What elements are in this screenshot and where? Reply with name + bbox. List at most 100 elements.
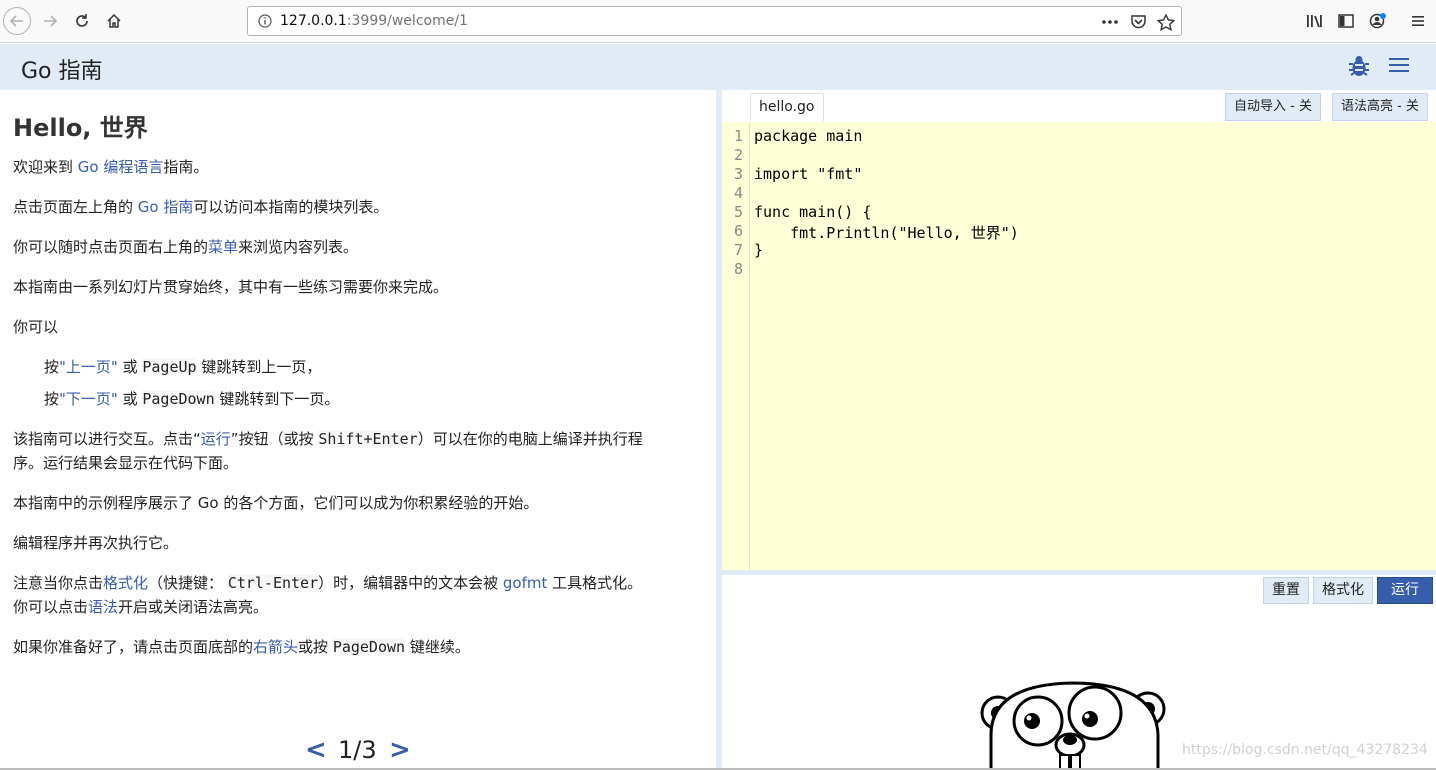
menu-icon [1412, 16, 1424, 26]
file-tab-hello-go[interactable]: hello.go [750, 93, 824, 121]
reset-button[interactable]: 重置 [1263, 577, 1309, 604]
interactive-paragraph: 该指南可以进行交互。点击“运行”按钮（或按 Shift+Enter）可以在你的电… [13, 427, 703, 475]
sidebar-icon [1338, 14, 1354, 28]
list-item-next: 按"下一页" 或 PageDown 键跳转到下一页。 [44, 387, 734, 411]
syntax-highlight-toggle[interactable]: 语法高亮 - 关 [1332, 93, 1428, 121]
reload-button[interactable] [68, 7, 96, 35]
sidebar-button[interactable] [1334, 9, 1358, 33]
format-button[interactable]: 格式化 [1313, 577, 1373, 604]
text: 或 [117, 390, 143, 408]
text: 序。运行结果会显示在代码下面。 [13, 454, 239, 472]
pagedown-key: PageDown [142, 390, 215, 408]
prev-page-button[interactable]: < [305, 735, 327, 765]
browser-toolbar: 127.0.0.1:3999/welcome/1 [0, 0, 1436, 43]
text: 键跳转到上一页， [196, 358, 322, 376]
run-link[interactable]: 运行 [201, 430, 231, 448]
pager: < 1/3 > [305, 735, 415, 765]
modules-paragraph: 点击页面左上角的 Go 指南可以访问本指南的模块列表。 [13, 195, 703, 219]
forward-button[interactable] [36, 7, 64, 35]
text: 开启或关闭语法高亮。 [118, 598, 269, 616]
table-of-contents-button[interactable] [1388, 56, 1410, 76]
gopher-mascot-icon [980, 681, 1166, 768]
page-number: 1/3 [338, 736, 377, 764]
list-menu-icon [1389, 58, 1409, 72]
pocket-button[interactable] [1128, 12, 1148, 32]
ctrl-enter-key: Ctrl-Enter [227, 574, 319, 592]
text: 或按 [298, 638, 333, 656]
line-number: 6 [733, 222, 743, 240]
line-number: 4 [733, 184, 743, 202]
gofmt-link[interactable]: gofmt [503, 574, 547, 592]
go-language-link[interactable]: Go 编程语言 [78, 158, 164, 176]
continue-paragraph: 如果你准备好了，请点击页面底部的右箭头或按 PageDown 键继续。 [13, 635, 703, 659]
url-host: 127.0.0.1 [280, 13, 347, 29]
line-number: 2 [733, 146, 743, 164]
line-number: 7 [733, 241, 743, 259]
text: ”按钮（或按 [230, 430, 319, 448]
code-line[interactable]: fmt.Println("Hello, 世界") [754, 222, 1019, 243]
library-icon [1307, 15, 1322, 28]
text: ）可以在你的电脑上编译并执行程 [417, 430, 643, 448]
bookmark-button[interactable] [1156, 12, 1176, 32]
text: 工具格式化。 [547, 574, 643, 592]
home-icon [107, 13, 121, 28]
bug-icon [1349, 56, 1369, 76]
text: 按 [44, 390, 60, 408]
next-page-button[interactable]: > [389, 735, 411, 765]
next-page-link[interactable]: "下一页" [59, 390, 118, 408]
lesson-title: Hello, 世界 [13, 114, 148, 142]
autoimport-toggle[interactable]: 自动导入 - 关 [1225, 93, 1321, 121]
code-line[interactable]: } [754, 241, 763, 259]
hamburger-menu-button[interactable] [1406, 9, 1430, 33]
pageup-key: PageUp [142, 358, 197, 376]
text: 你可以点击 [13, 598, 89, 616]
url-text[interactable]: 127.0.0.1:3999/welcome/1 [280, 13, 468, 29]
text: 如果你准备好了，请点击页面底部的 [13, 638, 254, 656]
library-button[interactable] [1303, 9, 1327, 33]
line-number: 8 [733, 260, 743, 278]
code-line[interactable]: package main [754, 127, 862, 145]
line-number: 3 [733, 165, 743, 183]
shift-enter-key: Shift+Enter [318, 430, 418, 448]
back-button[interactable] [3, 7, 31, 35]
editor-tab-bar [722, 90, 1436, 122]
app-header: Go 指南 [0, 44, 1436, 90]
reload-icon [76, 14, 88, 27]
text: 你可以随时点击页面右上角的 [13, 238, 209, 256]
prev-page-link[interactable]: "上一页" [59, 358, 118, 376]
list-item-prev: 按"上一页" 或 PageUp 键跳转到上一页， [44, 355, 734, 379]
code-line[interactable]: func main() { [754, 203, 871, 221]
text: 或 [117, 358, 143, 376]
info-icon[interactable] [258, 14, 272, 28]
text: （快捷键： [148, 574, 228, 592]
lesson-panel: Hello, 世界 欢迎来到 Go 编程语言指南。 点击页面左上角的 Go 指南… [0, 90, 716, 768]
url-bar[interactable]: 127.0.0.1:3999/welcome/1 [247, 6, 1182, 36]
pocket-icon [1130, 15, 1146, 29]
report-bug-button[interactable] [1348, 54, 1370, 78]
syntax-link[interactable]: 语法 [88, 598, 118, 616]
page-actions-button[interactable] [1100, 12, 1120, 32]
code-line[interactable]: import "fmt" [754, 165, 862, 183]
more-dots-icon [1102, 20, 1118, 24]
account-button[interactable] [1366, 9, 1390, 33]
line-number-gutter: 1 2 3 4 5 6 7 8 [722, 122, 750, 570]
back-arrow-icon [9, 15, 23, 27]
edit-paragraph: 编辑程序并再次执行它。 [13, 534, 179, 552]
run-button[interactable]: 运行 [1377, 577, 1433, 604]
text: 指南。 [163, 158, 209, 176]
text: 该指南可以进行交互。点击“ [13, 430, 201, 448]
menu-link[interactable]: 菜单 [208, 238, 238, 256]
go-tour-link[interactable]: Go 指南 [138, 198, 194, 216]
text: 键继续。 [405, 638, 470, 656]
text: 可以访问本指南的模块列表。 [193, 198, 389, 216]
code-editor[interactable]: 1 2 3 4 5 6 7 8 package main import "fmt… [722, 122, 1436, 570]
account-icon [1369, 13, 1386, 29]
home-button[interactable] [100, 7, 128, 35]
menu-paragraph: 你可以随时点击页面右上角的菜单来浏览内容列表。 [13, 235, 703, 259]
format-link[interactable]: 格式化 [103, 574, 148, 592]
slides-paragraph: 本指南由一系列幻灯片贯穿始终，其中有一些练习需要你来完成。 [13, 278, 449, 296]
text: 注意当你点击 [13, 574, 104, 592]
you-can-paragraph: 你可以 [13, 318, 59, 336]
brand-link[interactable]: Go 指南 [21, 53, 103, 85]
right-arrow-link[interactable]: 右箭头 [253, 638, 298, 656]
